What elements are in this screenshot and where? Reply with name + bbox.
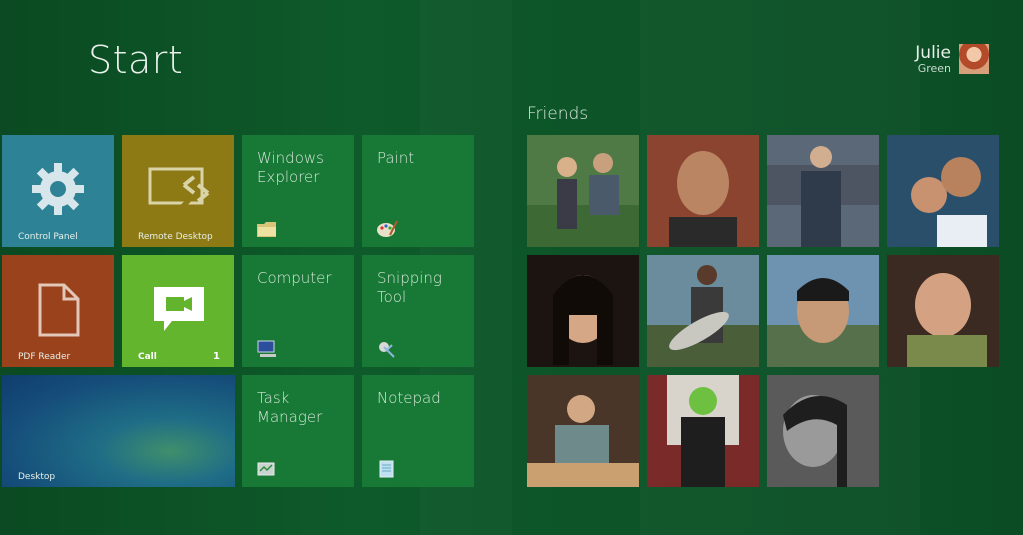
friend-photo-image [887,255,999,367]
tile-title: Windows Explorer [257,149,324,186]
tile-pdf-reader[interactable]: PDF Reader [2,255,114,367]
friend-photo-image [767,255,879,367]
friend-photo[interactable] [527,135,639,247]
friends-heading: Friends [527,104,589,124]
friend-photo[interactable] [527,375,639,487]
friend-photo-image [527,255,639,367]
friend-photo[interactable] [887,255,999,367]
friend-photo[interactable] [647,375,759,487]
friend-photo[interactable] [647,255,759,367]
tile-title: Computer [257,269,332,287]
friend-photo-image [887,135,999,247]
scissors-icon [379,342,395,358]
tile-call[interactable]: Call 1 [122,255,234,367]
tile-task-manager[interactable]: Task Manager [242,375,354,487]
tile-label: Call [138,352,157,362]
tile-title: Notepad [377,389,441,407]
tile-title: Task Manager [257,389,323,426]
tile-label: PDF Reader [18,352,71,362]
friend-photo[interactable] [647,135,759,247]
friend-photo-image [527,135,639,247]
tile-label: Remote Desktop [138,232,213,242]
friend-photo-image [647,135,759,247]
tile-label: Control Panel [18,232,78,242]
friend-photo-image [767,135,879,247]
friend-photo[interactable] [767,375,879,487]
tile-desktop[interactable]: Desktop [2,375,235,487]
gear-icon [32,163,84,215]
friend-photo-image [647,375,759,487]
friend-photo[interactable] [767,135,879,247]
friend-photo[interactable] [527,255,639,367]
notepad-icon [379,460,394,478]
friend-photo-image [647,255,759,367]
user-account[interactable]: Julie Green [915,44,989,76]
avatar [959,44,989,74]
tile-paint[interactable]: Paint [362,135,474,247]
computer-icon [257,340,276,357]
task-manager-icon [257,462,275,476]
user-subtitle: Green [917,62,951,75]
tile-snipping-tool[interactable]: Snipping Tool [362,255,474,367]
tile-computer[interactable]: Computer [242,255,354,367]
friend-photo[interactable] [767,255,879,367]
page-title: Start [88,38,184,82]
tile-control-panel[interactable]: Control Panel [2,135,114,247]
remote-desktop-icon [148,167,210,213]
tile-label: Desktop [18,472,56,482]
tile-notepad[interactable]: Notepad [362,375,474,487]
folder-icon [257,222,276,237]
user-name: Julie [915,43,951,63]
friend-photo-image [767,375,879,487]
call-count-badge: 1 [213,351,220,362]
friend-photo[interactable] [887,135,999,247]
video-call-icon [154,287,204,331]
tile-remote-desktop[interactable]: Remote Desktop [122,135,234,247]
tile-title: Paint [377,149,415,167]
document-icon [38,283,80,337]
friend-photo-image [527,375,639,487]
paint-palette-icon [377,220,398,237]
tile-windows-explorer[interactable]: Windows Explorer [242,135,354,247]
tile-title: Snipping Tool [377,269,442,306]
